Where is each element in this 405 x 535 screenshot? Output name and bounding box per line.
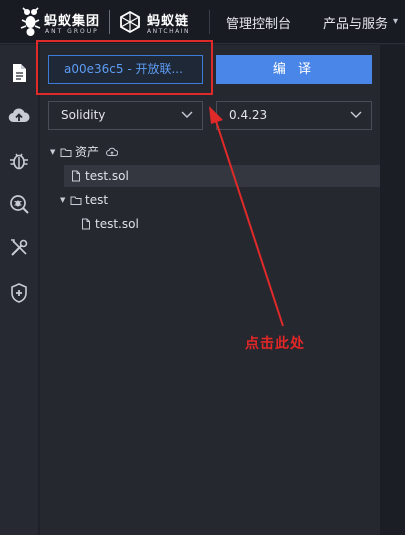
tree-item-file[interactable]: test.sol [64,165,380,187]
tree-item-file[interactable]: test.sol [78,213,372,235]
file-icon [72,170,80,182]
tree-item-label: 资产 [75,145,100,159]
bug-icon [10,153,28,170]
rail-deploy[interactable] [0,98,38,134]
language-select[interactable]: Solidity [48,101,203,130]
cloud-upload-icon [8,108,30,123]
tools-icon [11,239,28,256]
antchain-text: 蚂蚁链 [147,14,190,29]
antchain-subtext: ANTCHAIN [147,28,190,35]
version-select-value: 0.4.23 [229,108,268,122]
ant-group-text: 蚂蚁集团 [44,14,101,29]
folder-icon [70,196,82,205]
language-select-value: Solidity [61,108,106,122]
ant-group-subtext: ANT GROUP [45,28,99,35]
rail-files[interactable] [0,55,38,91]
file-icon [82,218,90,230]
folder-icon [60,148,72,157]
caret-down-icon: ▼ [50,148,56,156]
nav-products[interactable]: 产品与服务 [323,13,388,32]
version-select[interactable]: 0.4.23 [216,101,372,130]
rail-debug[interactable] [0,142,38,178]
rail-tools[interactable] [0,230,38,266]
tree-item-label: test.sol [85,169,129,183]
annotation-highlight-box [36,40,213,95]
nav-console[interactable]: 管理控制台 [226,13,291,32]
ant-group-logo[interactable]: 蚂蚁集团 ANT GROUP [18,4,110,40]
chevron-down-icon [350,111,362,118]
tree-item-label: test [85,193,109,207]
tree-item-assets-folder[interactable]: ▼ 资产 [48,141,372,163]
antchain-logo[interactable]: 蚂蚁链 ANTCHAIN [118,4,198,40]
chevron-down-icon [181,111,193,118]
cloud-upload-icon[interactable] [106,146,118,158]
logo-divider [109,10,110,34]
chevron-down-icon: ▾ [393,16,399,27]
compile-button[interactable]: 编 译 [216,55,372,84]
file-icon [13,64,26,82]
nav-divider [209,10,210,34]
ant-logo-icon [20,7,41,36]
tree-item-label: test.sol [95,217,139,231]
shield-plus-icon [11,283,27,303]
caret-down-icon: ▼ [60,196,66,204]
rail-audit[interactable] [0,186,38,222]
file-explorer-panel: a00e36c5 - 开放联... 编 译 Solidity 0.4.23 ▼ … [36,40,380,535]
editor-edge [380,45,405,535]
activity-rail [0,45,38,535]
annotation-label: 点击此处 [245,336,305,352]
tree-item-test-folder[interactable]: ▼ test [58,189,372,211]
top-header: 蚂蚁集团 ANT GROUP 蚂蚁链 ANTCHAIN 管理控制台 产品与服务 … [0,0,405,44]
ide-window: 蚂蚁集团 ANT GROUP 蚂蚁链 ANTCHAIN 管理控制台 产品与服务 … [0,0,405,535]
antchain-logo-icon [120,10,140,34]
rail-security[interactable] [0,275,38,311]
search-bug-icon [10,195,29,214]
